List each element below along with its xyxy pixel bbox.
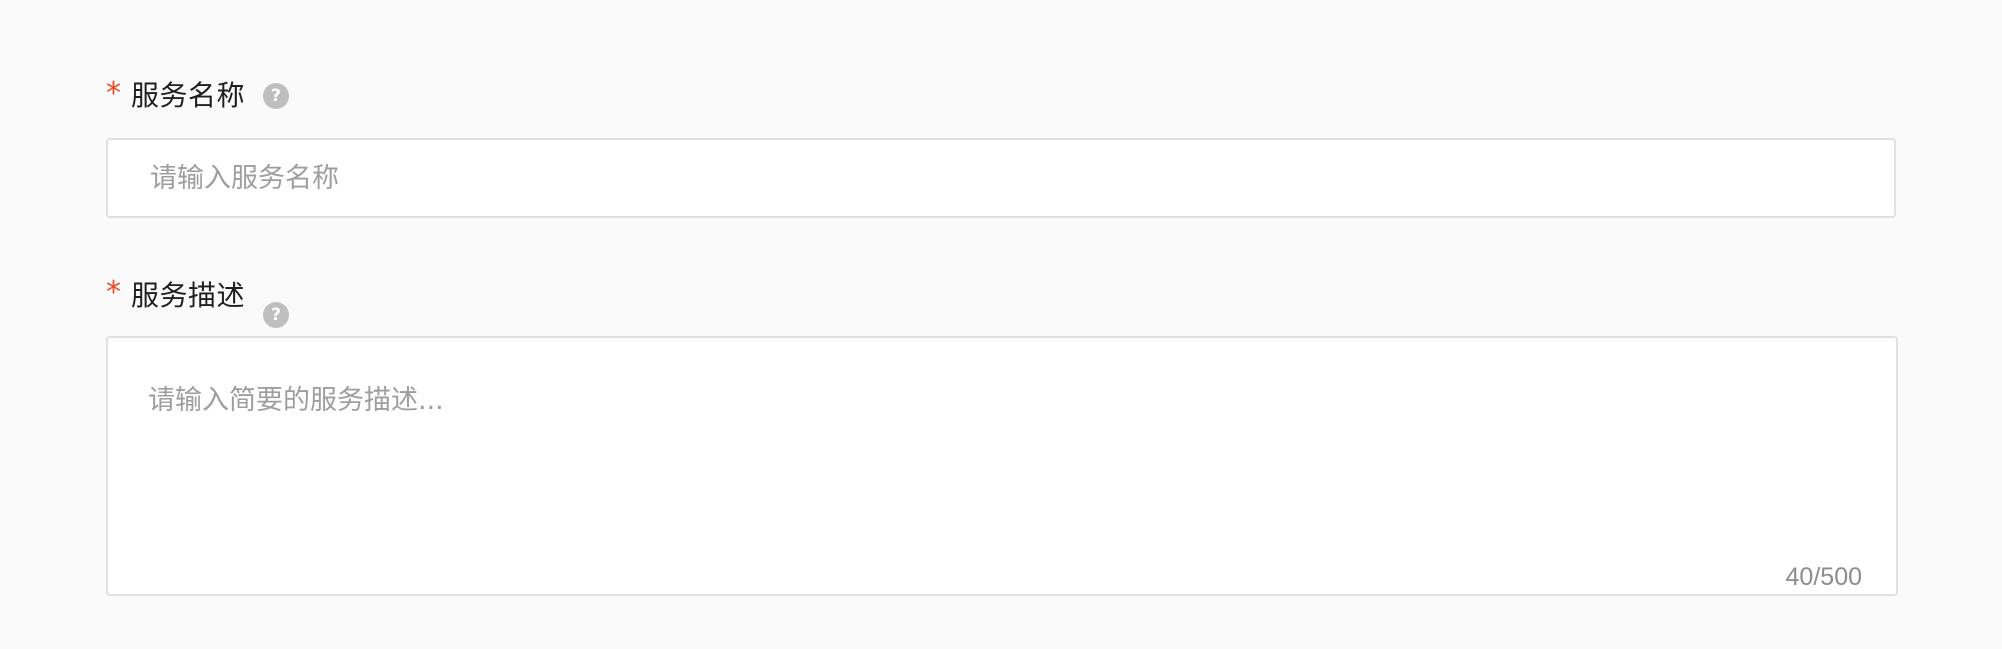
service-name-input-wrapper: [106, 138, 1896, 218]
service-description-textarea-wrapper: 40/500: [106, 336, 1898, 596]
service-description-label: 服务描述: [131, 279, 246, 312]
question-circle-icon[interactable]: ?: [263, 83, 290, 109]
service-name-input[interactable]: [108, 140, 1894, 216]
required-asterisk: *: [106, 76, 121, 111]
character-counter: 40/500: [1785, 563, 1862, 591]
service-description-label-row: * 服务描述 ?: [106, 272, 290, 332]
service-name-label: 服务名称: [131, 79, 246, 112]
service-name-label-row: * 服务名称 ?: [106, 74, 290, 114]
question-circle-icon[interactable]: ?: [263, 302, 290, 328]
service-description-textarea[interactable]: [108, 338, 1896, 594]
required-asterisk: *: [106, 275, 121, 310]
